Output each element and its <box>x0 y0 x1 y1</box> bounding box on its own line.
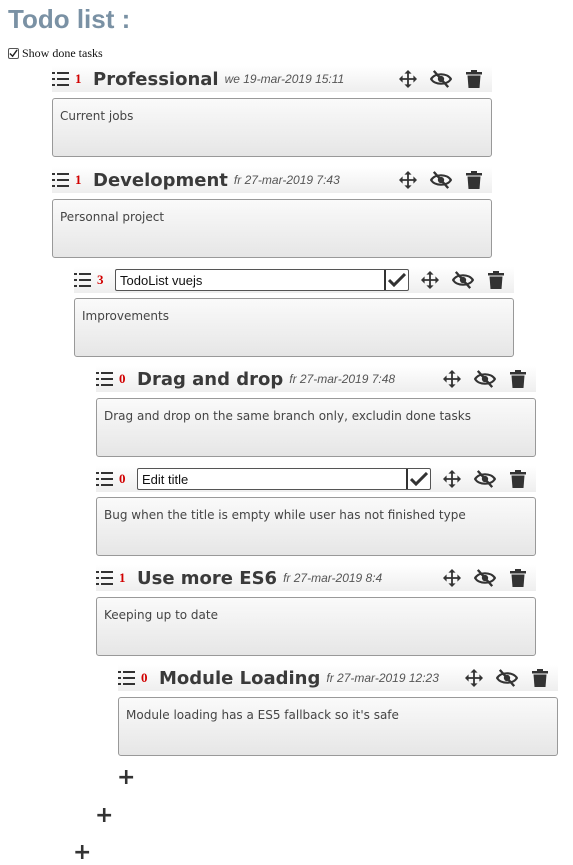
eye-slash-icon[interactable] <box>474 468 496 490</box>
eye-slash-icon[interactable] <box>452 269 474 291</box>
add-subtask-button[interactable]: + <box>95 805 113 827</box>
trash-icon[interactable] <box>463 169 485 191</box>
task-actions <box>441 565 540 591</box>
list-icon[interactable] <box>52 172 69 188</box>
eye-slash-icon[interactable] <box>430 68 452 90</box>
task-description[interactable]: Drag and drop on the same branch only, e… <box>96 398 536 457</box>
checkmark-icon <box>410 472 428 486</box>
move-arrows-icon[interactable] <box>397 68 419 90</box>
eye-slash-icon[interactable] <box>474 567 496 589</box>
task-date: fr 27-mar-2019 7:43 <box>233 173 340 187</box>
eye-slash-icon[interactable] <box>496 667 518 689</box>
task-description[interactable]: Current jobs <box>52 98 492 157</box>
task-date: fr 27-mar-2019 8:4 <box>283 571 383 585</box>
task-date: fr 27-mar-2019 12:23 <box>326 671 439 685</box>
list-icon[interactable] <box>96 471 113 487</box>
task-date: fr 27-mar-2019 7:48 <box>289 372 396 386</box>
task-description[interactable]: Module loading has a ES5 fallback so it'… <box>118 697 558 756</box>
task-actions <box>397 167 496 193</box>
task-actions <box>397 66 496 92</box>
page-title: Todo list : <box>8 4 131 34</box>
checkmark-icon <box>388 273 406 287</box>
task-title[interactable]: Drag and drop <box>137 369 283 390</box>
eye-slash-icon[interactable] <box>430 169 452 191</box>
task-title[interactable]: Module Loading <box>159 668 320 689</box>
task-title[interactable]: Professional <box>93 69 219 90</box>
task-date: we 19-mar-2019 15:11 <box>224 72 345 86</box>
move-arrows-icon[interactable] <box>397 169 419 191</box>
eye-slash-icon[interactable] <box>474 368 496 390</box>
task-description[interactable]: Keeping up to date <box>96 597 536 656</box>
trash-icon[interactable] <box>507 368 529 390</box>
title-input[interactable] <box>116 270 384 290</box>
task-description[interactable]: Improvements <box>74 298 514 357</box>
list-icon[interactable] <box>96 570 113 586</box>
move-arrows-icon[interactable] <box>441 468 463 490</box>
checkmark-icon <box>9 49 18 58</box>
move-arrows-icon[interactable] <box>441 567 463 589</box>
confirm-title-button[interactable] <box>384 270 408 290</box>
subtask-count: 3 <box>97 272 104 287</box>
move-arrows-icon[interactable] <box>441 368 463 390</box>
title-edit-field <box>115 269 409 291</box>
list-icon[interactable] <box>96 371 113 387</box>
subtask-count: 1 <box>119 570 126 585</box>
task-actions <box>463 665 562 691</box>
task-title[interactable]: Development <box>93 170 228 191</box>
subtask-count: 1 <box>75 71 82 86</box>
confirm-title-button[interactable] <box>406 469 430 489</box>
show-done-checkbox[interactable] <box>8 48 19 59</box>
subtask-count: 0 <box>141 670 148 685</box>
task-actions <box>419 267 518 293</box>
trash-icon[interactable] <box>507 468 529 490</box>
list-icon[interactable] <box>118 670 135 686</box>
move-arrows-icon[interactable] <box>419 269 441 291</box>
subtask-count: 1 <box>75 172 82 187</box>
task-actions <box>441 466 540 492</box>
title-edit-field <box>137 468 431 490</box>
trash-icon[interactable] <box>485 269 507 291</box>
add-subtask-button[interactable]: + <box>117 767 135 789</box>
task-title[interactable]: Use more ES6 <box>137 568 277 589</box>
subtask-count: 0 <box>119 471 126 486</box>
show-done-toggle[interactable]: Show done tasks <box>8 46 103 61</box>
list-icon[interactable] <box>52 71 69 87</box>
task-actions <box>441 366 540 392</box>
add-subtask-button[interactable]: + <box>73 842 91 864</box>
show-done-label: Show done tasks <box>22 46 103 60</box>
task-description[interactable]: Personnal project <box>52 199 492 258</box>
trash-icon[interactable] <box>463 68 485 90</box>
move-arrows-icon[interactable] <box>463 667 485 689</box>
list-icon[interactable] <box>74 272 91 288</box>
trash-icon[interactable] <box>507 567 529 589</box>
title-input[interactable] <box>138 469 406 489</box>
task-description[interactable]: Bug when the title is empty while user h… <box>96 497 536 556</box>
trash-icon[interactable] <box>529 667 551 689</box>
subtask-count: 0 <box>119 371 126 386</box>
